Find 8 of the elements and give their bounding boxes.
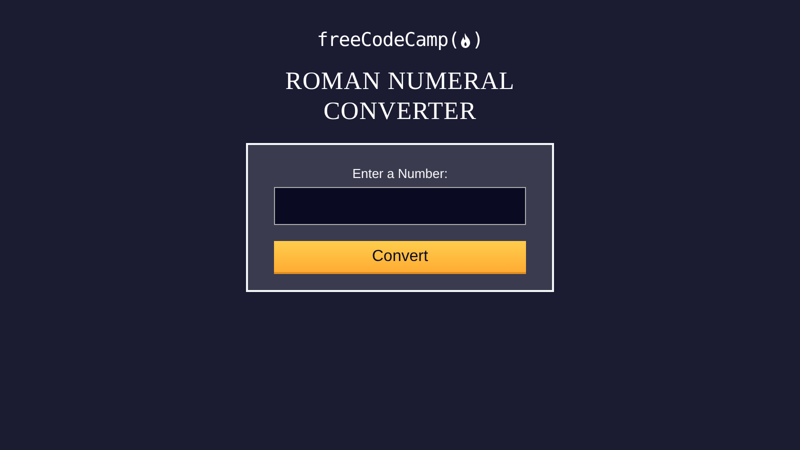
logo-text: ( bbox=[448, 29, 460, 51]
logo-text: freeCodeCamp bbox=[316, 29, 448, 51]
field-label: Enter a Number: bbox=[352, 166, 448, 182]
convert-button[interactable]: Convert bbox=[274, 241, 526, 274]
flame-icon bbox=[460, 32, 472, 48]
logo-text: ) bbox=[472, 29, 484, 51]
page-title: ROMAN NUMERAL CONVERTER bbox=[284, 67, 516, 127]
number-field[interactable] bbox=[274, 187, 526, 225]
